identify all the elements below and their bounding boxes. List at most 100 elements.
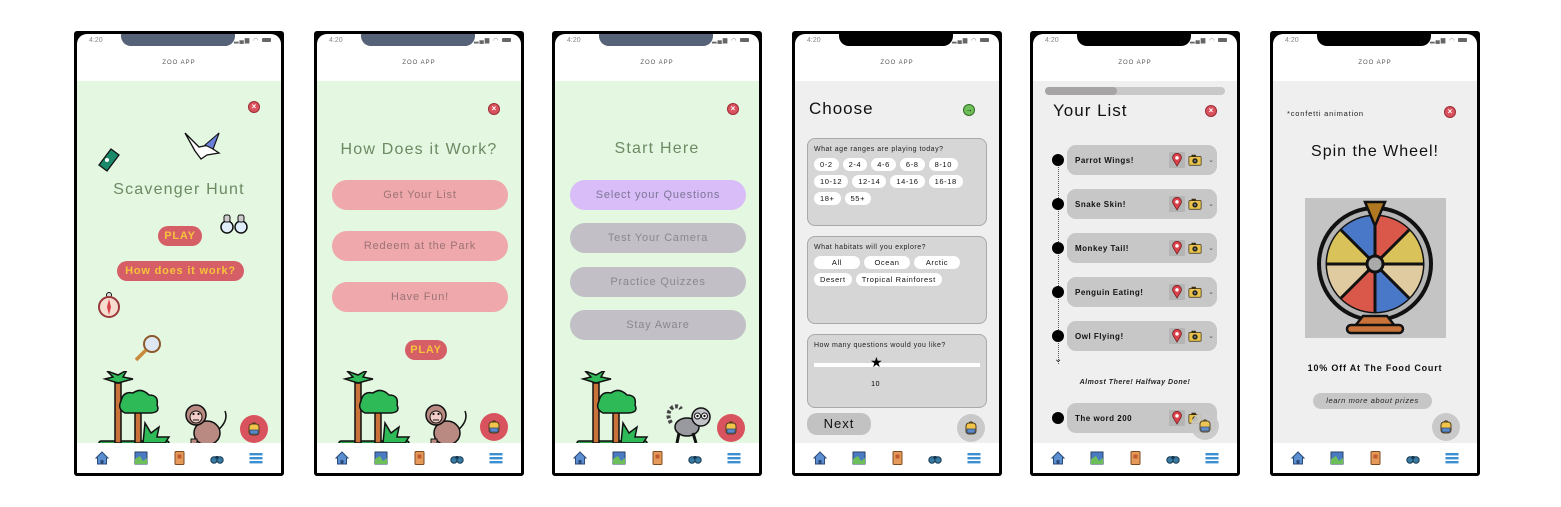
nav-home[interactable] bbox=[812, 450, 828, 466]
camera-icon[interactable] bbox=[1187, 152, 1203, 168]
nav-home[interactable] bbox=[572, 450, 588, 466]
list-item[interactable]: Monkey Tail! ⌄ bbox=[1067, 233, 1217, 263]
nav-guide[interactable] bbox=[1367, 450, 1383, 466]
option-select-questions[interactable]: Select your Questions bbox=[570, 180, 746, 210]
location-pin-icon[interactable] bbox=[1169, 328, 1185, 344]
age-chip[interactable]: 16-18 bbox=[928, 175, 963, 188]
habitat-chip[interactable]: Arctic bbox=[914, 256, 960, 269]
close-button[interactable]: × bbox=[1205, 105, 1217, 117]
nav-map[interactable] bbox=[1089, 450, 1105, 466]
expand-chevron-icon[interactable]: ⌄ bbox=[1205, 288, 1217, 296]
nav-home[interactable] bbox=[1050, 450, 1066, 466]
backpack-button[interactable] bbox=[1191, 412, 1219, 440]
backpack-button[interactable] bbox=[717, 414, 745, 442]
nav-map[interactable] bbox=[851, 450, 867, 466]
nav-map[interactable] bbox=[1329, 450, 1345, 466]
nav-menu[interactable] bbox=[1204, 450, 1220, 466]
expand-chevron-icon[interactable]: ⌄ bbox=[1205, 200, 1217, 208]
close-button[interactable]: × bbox=[727, 103, 739, 115]
close-button[interactable]: × bbox=[488, 103, 500, 115]
next-button[interactable]: Next bbox=[807, 413, 871, 435]
nav-explore[interactable] bbox=[1405, 450, 1421, 466]
habitat-chip[interactable]: Desert bbox=[814, 273, 852, 286]
play-button[interactable]: PLAY bbox=[405, 340, 447, 360]
status-time: 4:20 bbox=[1285, 37, 1299, 44]
step-have-fun[interactable]: Have Fun! bbox=[332, 282, 508, 312]
slider-star-thumb[interactable]: ★ bbox=[870, 354, 883, 371]
how-it-works-button[interactable]: How does it work? bbox=[117, 261, 244, 281]
backpack-button[interactable] bbox=[1432, 413, 1460, 441]
nav-menu[interactable] bbox=[488, 450, 504, 466]
nav-explore[interactable] bbox=[927, 450, 943, 466]
expand-chevron-icon[interactable]: ⌄ bbox=[1205, 332, 1217, 340]
nav-menu[interactable] bbox=[726, 450, 742, 466]
age-chip[interactable]: 55+ bbox=[844, 192, 872, 205]
palm-trees-illustration bbox=[98, 371, 170, 446]
age-chip[interactable]: 18+ bbox=[814, 192, 841, 205]
backpack-button[interactable] bbox=[957, 414, 985, 442]
list-item[interactable]: Penguin Eating! ⌄ bbox=[1067, 277, 1217, 307]
camera-icon[interactable] bbox=[1187, 328, 1203, 344]
option-practice-quizzes[interactable]: Practice Quizzes bbox=[570, 267, 746, 297]
location-pin-icon[interactable] bbox=[1169, 410, 1185, 426]
close-button[interactable]: × bbox=[1444, 106, 1456, 118]
nav-menu[interactable] bbox=[248, 450, 264, 466]
nav-guide[interactable] bbox=[1127, 450, 1143, 466]
step-get-your-list[interactable]: Get Your List bbox=[332, 180, 508, 210]
forward-button[interactable]: → bbox=[963, 104, 975, 116]
nav-map[interactable] bbox=[373, 450, 389, 466]
location-pin-icon[interactable] bbox=[1169, 284, 1185, 300]
list-item[interactable]: Parrot Wings! ⌄ bbox=[1067, 145, 1217, 175]
age-chip[interactable]: 14-16 bbox=[890, 175, 925, 188]
age-chip[interactable]: 6-8 bbox=[899, 158, 925, 171]
nav-menu[interactable] bbox=[966, 450, 982, 466]
location-pin-icon[interactable] bbox=[1169, 196, 1185, 212]
location-pin-icon[interactable] bbox=[1169, 152, 1185, 168]
habitat-chip[interactable]: Tropical Rainforest bbox=[855, 273, 942, 286]
location-pin-icon[interactable] bbox=[1169, 240, 1185, 256]
backpack-button[interactable] bbox=[480, 413, 508, 441]
age-chip[interactable]: 10-12 bbox=[814, 175, 849, 188]
nav-home[interactable] bbox=[334, 450, 350, 466]
option-test-camera[interactable]: Test Your Camera bbox=[570, 223, 746, 253]
nav-guide[interactable] bbox=[411, 450, 427, 466]
nav-explore[interactable] bbox=[209, 450, 225, 466]
nav-home[interactable] bbox=[1290, 450, 1306, 466]
age-chip[interactable]: 8-10 bbox=[928, 158, 958, 171]
age-chip[interactable]: 12-14 bbox=[852, 175, 887, 188]
play-button[interactable]: PLAY bbox=[158, 226, 202, 246]
camera-icon[interactable] bbox=[1187, 196, 1203, 212]
camera-icon[interactable] bbox=[1187, 240, 1203, 256]
habitat-chip[interactable]: Ocean bbox=[864, 256, 910, 269]
nav-explore[interactable] bbox=[449, 450, 465, 466]
list-item[interactable]: Snake Skin! ⌄ bbox=[1067, 189, 1217, 219]
nav-guide[interactable] bbox=[171, 450, 187, 466]
learn-more-prizes-button[interactable]: learn more about prizes bbox=[1313, 393, 1432, 409]
nav-menu[interactable] bbox=[1444, 450, 1460, 466]
age-chip[interactable]: 4-6 bbox=[871, 158, 896, 171]
prize-wheel-panel[interactable] bbox=[1305, 198, 1446, 338]
age-chip[interactable]: 0-2 bbox=[814, 158, 839, 171]
question-count-slider[interactable]: ★ bbox=[814, 354, 980, 370]
home-icon bbox=[335, 451, 349, 465]
camera-icon[interactable] bbox=[1187, 284, 1203, 300]
habitat-chip[interactable]: All bbox=[814, 256, 860, 269]
nav-explore[interactable] bbox=[687, 450, 703, 466]
option-stay-aware[interactable]: Stay Aware bbox=[570, 310, 746, 340]
step-redeem-at-park[interactable]: Redeem at the Park bbox=[332, 231, 508, 261]
close-button[interactable]: × bbox=[248, 101, 260, 113]
book-icon bbox=[174, 451, 185, 465]
nav-home[interactable] bbox=[94, 450, 110, 466]
list-item-label: Monkey Tail! bbox=[1075, 243, 1129, 253]
nav-explore[interactable] bbox=[1165, 450, 1181, 466]
nav-guide[interactable] bbox=[649, 450, 665, 466]
list-item[interactable]: Owl Flying! ⌄ bbox=[1067, 321, 1217, 351]
chevron-down-icon[interactable]: ⌄ bbox=[1054, 354, 1062, 365]
backpack-button[interactable] bbox=[240, 415, 268, 443]
expand-chevron-icon[interactable]: ⌄ bbox=[1205, 156, 1217, 164]
nav-map[interactable] bbox=[611, 450, 627, 466]
expand-chevron-icon[interactable]: ⌄ bbox=[1205, 244, 1217, 252]
age-chip[interactable]: 2-4 bbox=[842, 158, 868, 171]
nav-guide[interactable] bbox=[889, 450, 905, 466]
nav-map[interactable] bbox=[133, 450, 149, 466]
